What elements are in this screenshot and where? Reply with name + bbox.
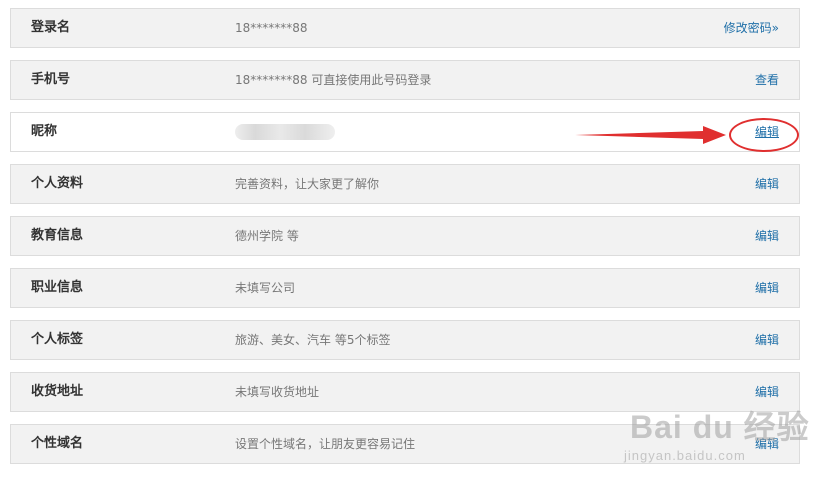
row-label: 职业信息 <box>31 280 84 295</box>
row-label: 昵称 <box>31 124 58 139</box>
row-label: 个性域名 <box>31 436 84 451</box>
row-address: 收货地址 未填写收货地址 编辑 <box>10 372 800 412</box>
row-label: 个人标签 <box>31 332 84 347</box>
row-label: 登录名 <box>31 20 71 35</box>
row-education: 教育信息 德州学院 等 编辑 <box>10 216 800 256</box>
row-label: 个人资料 <box>31 176 84 191</box>
row-login-name: 登录名 18*******88 修改密码» <box>10 8 800 48</box>
account-settings-list: 登录名 18*******88 修改密码» 手机号 18*******88 可直… <box>10 8 800 476</box>
red-arrow-annotation <box>575 126 726 144</box>
row-label: 手机号 <box>31 72 71 87</box>
row-value: 未填写收货地址 <box>235 385 320 399</box>
edit-profile-link[interactable]: 编辑 <box>755 165 779 203</box>
row-value: 完善资料，让大家更了解你 <box>235 177 380 191</box>
view-phone-link[interactable]: 查看 <box>755 61 779 99</box>
row-phone: 手机号 18*******88 可直接使用此号码登录 查看 <box>10 60 800 100</box>
edit-domain-link[interactable]: 编辑 <box>755 425 779 463</box>
row-profile: 个人资料 完善资料，让大家更了解你 编辑 <box>10 164 800 204</box>
row-value: 未填写公司 <box>235 281 296 295</box>
change-password-link[interactable]: 修改密码» <box>724 9 779 47</box>
row-value: 18*******88 <box>235 21 308 35</box>
row-value: 旅游、美女、汽车 等5个标签 <box>235 333 391 347</box>
edit-address-link[interactable]: 编辑 <box>755 373 779 411</box>
row-value: 设置个性域名，让朋友更容易记住 <box>235 437 416 451</box>
row-domain: 个性域名 设置个性域名，让朋友更容易记住 编辑 <box>10 424 800 464</box>
red-circle-annotation <box>729 118 799 152</box>
row-label: 收货地址 <box>31 384 84 399</box>
blurred-nickname-value <box>235 124 335 140</box>
row-career: 职业信息 未填写公司 编辑 <box>10 268 800 308</box>
row-label: 教育信息 <box>31 228 84 243</box>
edit-career-link[interactable]: 编辑 <box>755 269 779 307</box>
edit-education-link[interactable]: 编辑 <box>755 217 779 255</box>
row-tags: 个人标签 旅游、美女、汽车 等5个标签 编辑 <box>10 320 800 360</box>
edit-tags-link[interactable]: 编辑 <box>755 321 779 359</box>
row-value: 德州学院 等 <box>235 229 299 243</box>
row-value: 18*******88 可直接使用此号码登录 <box>235 73 432 87</box>
